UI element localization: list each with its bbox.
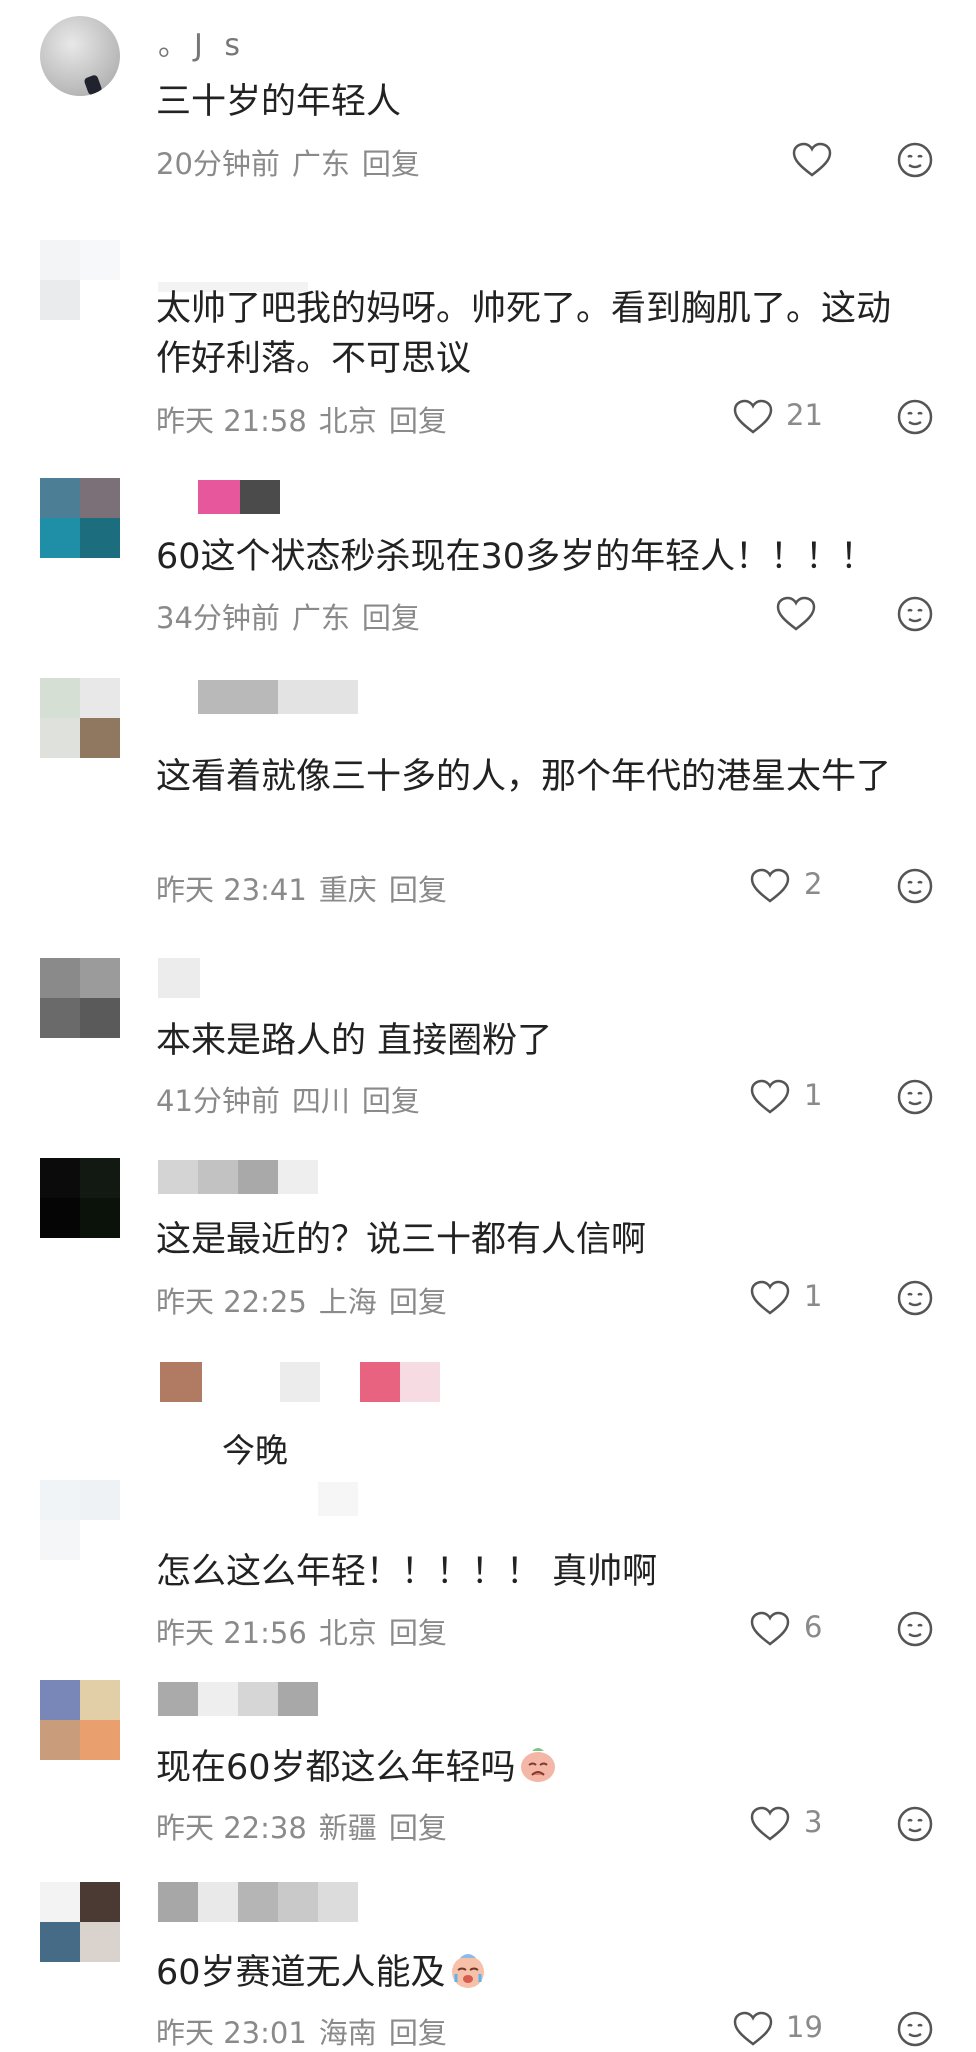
comment-text: 怎么这么年轻！！！！！ 真帅啊: [156, 1552, 658, 1592]
heart-outline-icon[interactable]: [750, 1806, 790, 1842]
comment-text-content: 60岁赛道无人能及: [156, 1953, 446, 1993]
comment-time: 20分钟前: [156, 147, 280, 181]
avatar[interactable]: [40, 240, 120, 320]
username[interactable]: [280, 1362, 440, 1402]
comment-meta: 41分钟前 四川 回复: [156, 1078, 432, 1120]
sub-reply-text: 今晚: [222, 1431, 288, 1470]
comment-text: 这是最近的？说三十都有人信啊: [156, 1220, 647, 1260]
reply-button[interactable]: 回复: [389, 1285, 447, 1319]
like-count: 21: [786, 398, 823, 432]
comment-region: 海南: [318, 2016, 377, 2050]
avatar[interactable]: [40, 478, 120, 558]
comment-region: 上海: [318, 1285, 377, 1319]
avatar[interactable]: [40, 1882, 120, 1962]
like-count: 1: [804, 1078, 823, 1112]
comment-text: 现在60岁都这么年轻吗: [156, 1743, 916, 1793]
heart-outline-icon[interactable]: [750, 1280, 790, 1316]
comment-meta: 20分钟前 广东 回复: [156, 141, 432, 183]
comment-time: 昨天 22:25: [156, 1285, 307, 1319]
comment-text: 太帅了吧我的妈呀。帅死了。看到胸肌了。这动作好利落。不可思议: [156, 289, 892, 379]
comment-text: 三十岁的年轻人: [156, 82, 402, 122]
comment-text: 60这个状态秒杀现在30多岁的年轻人！！！！: [156, 537, 876, 577]
heart-outline-icon[interactable]: [776, 596, 816, 632]
heart-outline-icon[interactable]: [750, 868, 790, 904]
reply-button[interactable]: 回复: [389, 873, 447, 907]
comment-meta: 昨天 21:56 北京 回复: [156, 1610, 459, 1652]
face-emoji-icon[interactable]: [896, 141, 934, 179]
face-emoji-icon[interactable]: [896, 1805, 934, 1843]
avatar[interactable]: [40, 1158, 120, 1238]
comment-region: 四川: [291, 1084, 350, 1118]
heart-outline-icon[interactable]: [792, 142, 832, 178]
like-count: 6: [804, 1610, 823, 1644]
face-emoji-icon[interactable]: [896, 595, 934, 633]
comment-text: 本来是路人的 直接圈粉了: [156, 1021, 553, 1061]
comment-time: 昨天 21:58: [156, 404, 307, 438]
comment-meta: 昨天 21:58 北京 回复: [156, 398, 459, 440]
comment-time: 34分钟前: [156, 601, 280, 635]
reply-button[interactable]: 回复: [362, 147, 420, 181]
reply-button[interactable]: 回复: [362, 601, 420, 635]
like-count: 2: [804, 867, 823, 901]
face-emoji-icon[interactable]: [896, 1078, 934, 1116]
like-count: 19: [786, 2010, 823, 2044]
comment-time: 昨天 23:01: [156, 2016, 307, 2050]
comment-meta: 昨天 23:01 海南 回复: [156, 2010, 459, 2052]
reply-button[interactable]: 回复: [389, 1811, 447, 1845]
crying-face-emoji: [520, 1748, 555, 1782]
avatar[interactable]: [40, 1680, 120, 1760]
comment-text-content: 现在60岁都这么年轻吗: [156, 1748, 516, 1788]
avatar[interactable]: [160, 1362, 202, 1402]
comment-time: 昨天 23:41: [156, 873, 307, 907]
comment-time: 41分钟前: [156, 1084, 280, 1118]
avatar[interactable]: [40, 1480, 120, 1560]
face-emoji-icon[interactable]: [896, 867, 934, 905]
reply-button[interactable]: 回复: [389, 404, 447, 438]
heart-outline-icon[interactable]: [750, 1611, 790, 1647]
comment-region: 新疆: [318, 1811, 377, 1845]
comment-meta: 昨天 22:38 新疆 回复: [156, 1805, 459, 1847]
avatar[interactable]: [40, 16, 120, 96]
comment-meta: 34分钟前 广东 回复: [156, 595, 432, 637]
comment-text: 60岁赛道无人能及: [156, 1948, 916, 1998]
comment-meta: 昨天 23:41 重庆 回复: [156, 867, 459, 909]
comment-time: 昨天 22:38: [156, 1811, 307, 1845]
heart-outline-icon[interactable]: [733, 2011, 773, 2047]
reply-button[interactable]: 回复: [389, 2016, 447, 2050]
comment-region: 广东: [291, 601, 350, 635]
comment-region: 北京: [318, 1616, 377, 1650]
like-count: 1: [804, 1279, 823, 1313]
comment-region: 重庆: [318, 873, 377, 907]
comment-time: 昨天 21:56: [156, 1616, 307, 1650]
reply-button[interactable]: 回复: [389, 1616, 447, 1650]
face-emoji-icon[interactable]: [896, 398, 934, 436]
comment-region: 广东: [291, 147, 350, 181]
comment-text: 这看着就像三十多的人，那个年代的港星太牛了: [156, 757, 892, 797]
username[interactable]: 。J s: [158, 20, 246, 64]
crying-face-emoji: [451, 1954, 484, 1988]
comment-meta: 昨天 22:25 上海 回复: [156, 1279, 459, 1321]
face-emoji-icon[interactable]: [896, 1279, 934, 1317]
avatar[interactable]: [40, 958, 120, 1038]
face-emoji-icon[interactable]: [896, 1610, 934, 1648]
heart-outline-icon[interactable]: [733, 399, 773, 435]
like-count: 3: [804, 1805, 823, 1839]
comment-region: 北京: [318, 404, 377, 438]
heart-outline-icon[interactable]: [750, 1079, 790, 1115]
avatar[interactable]: [40, 678, 120, 758]
reply-button[interactable]: 回复: [362, 1084, 420, 1118]
face-emoji-icon[interactable]: [896, 2010, 934, 2048]
